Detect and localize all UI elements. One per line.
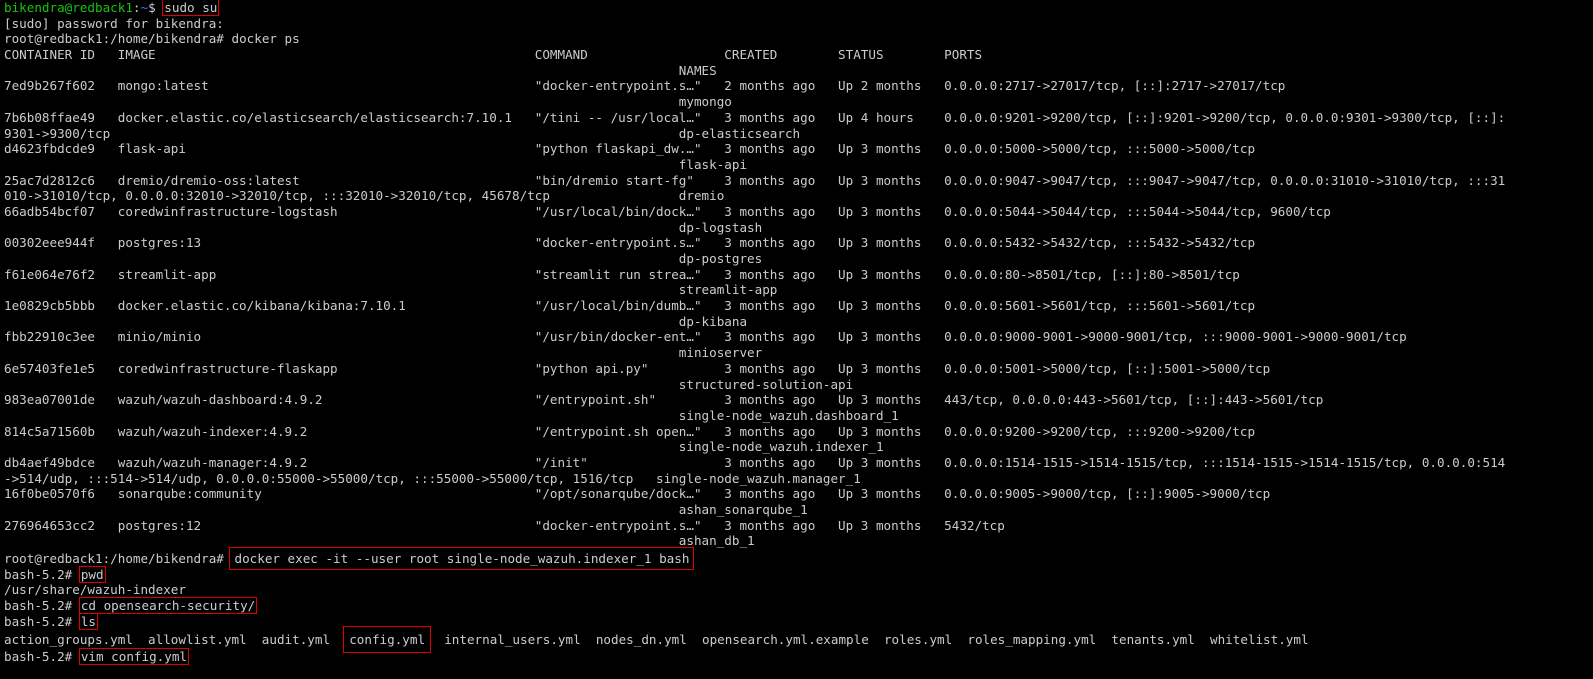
command-vim: vim config.yml <box>78 648 190 666</box>
table-row: 7b6b08ffae49 docker.elastic.co/elasticse… <box>4 109 1506 125</box>
table-row: 9301->9300/tcp dp-elasticsearch <box>4 125 801 141</box>
prompt-line-sudo: bikendra@redback1:~$ sudo su <box>4 0 220 16</box>
table-row: f61e064e76f2 streamlit-app "streamlit ru… <box>4 266 1240 282</box>
prompt-line-pwd: bash-5.2# pwd <box>4 565 1593 583</box>
table-row: fbb22910c3ee minio/minio "/usr/bin/docke… <box>4 329 1407 345</box>
prompt-line-cd: bash-5.2# cd opensearch-security/ <box>4 597 1593 615</box>
prompt-line-ls: bash-5.2# ls <box>4 612 1593 630</box>
ls-files-before: action_groups.yml allowlist.yml audit.ym… <box>4 631 346 647</box>
prompt-line-docker-ps: root@redback1:/home/bikendra# docker ps <box>4 31 1593 47</box>
table-row: single-node_wazuh.dashboard_1 <box>4 407 899 423</box>
table-row: dp-logstash <box>4 219 763 235</box>
sudo-password-prompt: [sudo] password for bikendra: <box>4 15 224 31</box>
prompt-symbol: $ <box>148 0 156 15</box>
table-row: dp-postgres <box>4 251 763 266</box>
table-row: 1e0829cb5bbb docker.elastic.co/kibana/ki… <box>4 298 1256 314</box>
table-row: ->514/udp, :::514->514/udp, 0.0.0.0:5500… <box>4 470 861 486</box>
root-prompt: root@redback1:/home/bikendra# <box>4 551 224 567</box>
prompt-path: ~ <box>140 0 149 15</box>
ls-files-after: internal_users.yml nodes_dn.yml opensear… <box>429 631 1309 647</box>
table-row: flask-api <box>4 156 748 172</box>
command-pwd: pwd <box>78 565 106 583</box>
root-prompt: root@redback1:/home/bikendra# <box>4 31 224 47</box>
table-row: db4aef49bdce wazuh/wazuh-manager:4.9.2 "… <box>4 454 1506 470</box>
terminal-window[interactable]: bikendra@redback1:~$ sudo su [sudo] pass… <box>0 0 1593 679</box>
prompt-line-docker-exec: root@redback1:/home/bikendra# docker exe… <box>4 547 1593 571</box>
ls-output: action_groups.yml allowlist.yml audit.ym… <box>4 625 1593 653</box>
docker-ps-table: 7ed9b267f602 mongo:latest "docker-entryp… <box>4 78 1593 549</box>
table-row: 25ac7d2812c6 dremio/dremio-oss:latest "b… <box>4 172 1506 188</box>
command-docker-exec: docker exec -it --user root single-node_… <box>229 547 695 571</box>
table-row: dp-kibana <box>4 313 748 329</box>
bash-prompt: bash-5.2# <box>4 613 73 629</box>
table-row: streamlit-app <box>4 282 778 298</box>
command-ls: ls <box>78 612 99 630</box>
docker-ps-header: CONTAINER ID IMAGE COMMAND CREATED STATU… <box>4 47 983 63</box>
command-sudo-su: sudo su <box>162 0 220 16</box>
pwd-output: /usr/share/wazuh-indexer <box>4 582 186 598</box>
table-row: mymongo <box>4 94 732 110</box>
table-row: 00302eee944f postgres:13 "docker-entrypo… <box>4 235 1256 251</box>
table-row: 7ed9b267f602 mongo:latest "docker-entryp… <box>4 78 1286 94</box>
table-row: ashan_db_1 <box>4 533 755 549</box>
bash-prompt: bash-5.2# <box>4 598 73 614</box>
prompt-user: bikendra@redback1 <box>4 0 133 15</box>
command-docker-ps: docker ps <box>231 31 300 47</box>
table-row: ashan_sonarqube_1 <box>4 502 808 517</box>
table-row: minioserver <box>4 345 763 361</box>
prompt-line-vim: bash-5.2# vim config.yml <box>4 648 1593 666</box>
table-row: 010->31010/tcp, 0.0.0.0:32010->32010/tcp… <box>4 188 725 204</box>
ls-file-config: config.yml <box>343 625 432 653</box>
bash-prompt: bash-5.2# <box>4 566 73 582</box>
table-row: 276964653cc2 postgres:12 "docker-entrypo… <box>4 517 1005 533</box>
table-row: 6e57403fe1e5 coredwinfrastructure-flaska… <box>4 360 1271 376</box>
table-row: 66adb54bcf07 coredwinfrastructure-logsta… <box>4 203 1331 219</box>
bash-prompt: bash-5.2# <box>4 649 73 665</box>
command-cd: cd opensearch-security/ <box>78 597 258 615</box>
table-row: single-node_wazuh.indexer_1 <box>4 439 884 455</box>
table-row: 814c5a71560b wazuh/wazuh-indexer:4.9.2 "… <box>4 423 1256 439</box>
table-row: 16f0be0570f6 sonarqube:community "/opt/s… <box>4 486 1271 502</box>
docker-ps-header-names: NAMES <box>4 62 717 78</box>
table-row: 983ea07001de wazuh/wazuh-dashboard:4.9.2… <box>4 392 1324 408</box>
table-row: d4623fbdcde9 flask-api "python flaskapi_… <box>4 141 1256 157</box>
table-row: structured-solution-api <box>4 376 854 392</box>
